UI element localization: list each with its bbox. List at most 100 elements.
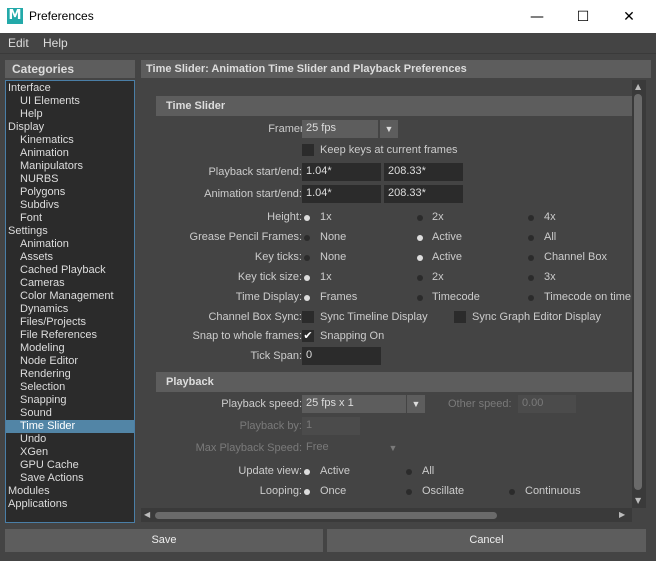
playback-by-field[interactable]: 1 [302,417,360,435]
looping-once-radio[interactable] [304,489,310,495]
category-item[interactable]: Applications [6,498,134,511]
tick-size-1x-radio[interactable] [304,275,310,281]
horizontal-scroll-thumb[interactable] [155,512,497,519]
category-item[interactable]: Undo [6,433,134,446]
vertical-scrollbar[interactable]: ▲ ▼ [632,80,646,508]
sync-timeline-checkbox[interactable] [302,311,314,323]
vertical-scroll-thumb[interactable] [634,94,642,490]
category-item[interactable]: Animation [6,238,134,251]
close-button[interactable]: ✕ [606,0,652,33]
category-item[interactable]: Snapping [6,394,134,407]
category-item[interactable]: Time Slider [6,420,134,433]
key-ticks-active-radio[interactable] [417,255,423,261]
playback-frame-header[interactable]: Playback [156,372,632,392]
category-item[interactable]: NURBS [6,173,134,186]
key-ticks-channelbox-label: Channel Box [544,251,607,263]
category-item[interactable]: Font [6,212,134,225]
max-playback-speed-dropdown[interactable]: Free [302,439,382,457]
category-item[interactable]: Node Editor [6,355,134,368]
category-item[interactable]: Assets [6,251,134,264]
tick-size-3x-radio[interactable] [528,275,534,281]
category-item[interactable]: Modules [6,485,134,498]
looping-oscillate-radio[interactable] [406,489,412,495]
category-item[interactable]: Interface [6,82,134,95]
key-ticks-active-label: Active [432,251,462,263]
tick-size-2x-radio[interactable] [417,275,423,281]
sync-timeline-label: Sync Timeline Display [320,311,428,323]
grease-none-radio[interactable] [304,235,310,241]
grease-all-radio[interactable] [528,235,534,241]
categories-tree[interactable]: Interface UI Elements Help Display Kinematic… [5,80,135,523]
preferences-content: Time Slider Framerate: 25 fps ▼ Keep key… [141,80,651,522]
playback-end-field[interactable]: 208.33* [384,163,463,181]
category-item[interactable]: Polygons [6,186,134,199]
update-view-active-radio[interactable] [304,469,310,475]
playback-start-field[interactable]: 1.04* [302,163,381,181]
time-slider-frame-body: Framerate: 25 fps ▼ Keep keys at current… [156,116,632,366]
menu-edit[interactable]: Edit [8,36,29,50]
height-2x-radio[interactable] [417,215,423,221]
scroll-up-arrow-icon[interactable]: ▲ [635,82,641,91]
category-item[interactable]: Cached Playback [6,264,134,277]
grease-active-radio[interactable] [417,235,423,241]
category-item[interactable]: Settings [6,225,134,238]
category-item[interactable]: UI Elements [6,95,134,108]
category-item[interactable]: Display [6,121,134,134]
tick-span-field[interactable]: 0 [302,347,381,365]
category-item[interactable]: Sound [6,407,134,420]
time-display-timecode-radio[interactable] [417,295,423,301]
maximize-button[interactable]: ☐ [560,0,606,33]
snapping-checkbox[interactable]: ✔ [302,330,314,342]
scroll-left-arrow-icon[interactable]: ◀ [144,510,150,519]
channel-box-sync-label: Channel Box Sync: [208,311,302,323]
time-display-label: Time Display: [235,291,302,303]
horizontal-scrollbar[interactable]: ◀ ▶ [141,508,632,522]
framerate-dropdown[interactable]: 25 fps [302,120,378,138]
time-display-frames-radio[interactable] [304,295,310,301]
animation-start-field[interactable]: 1.04* [302,185,381,203]
category-item[interactable]: Help [6,108,134,121]
scroll-right-arrow-icon[interactable]: ▶ [619,510,625,519]
update-view-label: Update view: [238,465,302,477]
time-slider-frame-header[interactable]: Time Slider [156,96,632,116]
scroll-down-arrow-icon[interactable]: ▼ [635,496,641,505]
category-item[interactable]: Color Management [6,290,134,303]
category-item[interactable]: Subdivs [6,199,134,212]
menu-help[interactable]: Help [43,36,68,50]
cancel-button[interactable]: Cancel [327,529,646,552]
tick-span-label: Tick Span: [250,350,302,362]
category-item[interactable]: GPU Cache [6,459,134,472]
category-item[interactable]: Modeling [6,342,134,355]
category-item[interactable]: File References [6,329,134,342]
update-view-active-label: Active [320,465,350,477]
category-item[interactable]: Kinematics [6,134,134,147]
height-1x-radio[interactable] [304,215,310,221]
category-item[interactable]: Selection [6,381,134,394]
time-display-timecode-on-time-radio[interactable] [528,295,534,301]
category-item[interactable]: Rendering [6,368,134,381]
category-item[interactable]: Animation [6,147,134,160]
category-item[interactable]: XGen [6,446,134,459]
category-item[interactable]: Manipulators [6,160,134,173]
other-speed-field[interactable]: 0.00 [518,395,576,413]
chevron-down-icon[interactable]: ▼ [384,439,402,457]
category-item[interactable]: Dynamics [6,303,134,316]
animation-end-field[interactable]: 208.33* [384,185,463,203]
looping-continuous-radio[interactable] [509,489,515,495]
tick-size-3x-label: 3x [544,271,556,283]
height-4x-radio[interactable] [528,215,534,221]
save-button[interactable]: Save [5,529,323,552]
key-ticks-channelbox-radio[interactable] [528,255,534,261]
minimize-button[interactable]: — [514,0,560,33]
sync-graph-editor-checkbox[interactable] [454,311,466,323]
maya-app-icon: M [7,8,23,24]
key-ticks-none-radio[interactable] [304,255,310,261]
chevron-down-icon[interactable]: ▼ [407,395,425,413]
category-item[interactable]: Files/Projects [6,316,134,329]
keep-keys-checkbox[interactable] [302,144,314,156]
category-item[interactable]: Save Actions [6,472,134,485]
category-item[interactable]: Cameras [6,277,134,290]
chevron-down-icon[interactable]: ▼ [380,120,398,138]
update-view-all-radio[interactable] [406,469,412,475]
playback-speed-dropdown[interactable]: 25 fps x 1 [302,395,406,413]
